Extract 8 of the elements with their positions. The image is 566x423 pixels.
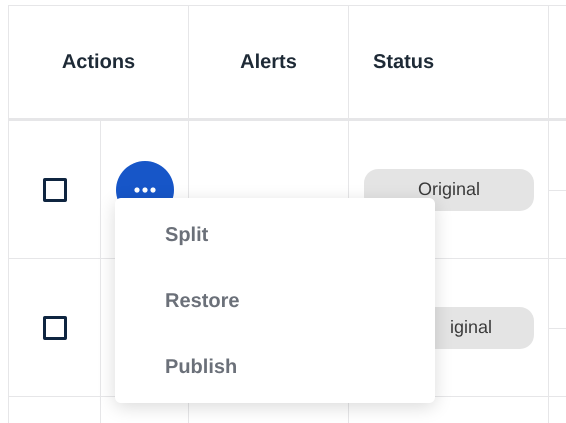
- row-checkbox[interactable]: [42, 178, 66, 202]
- more-icon: [134, 186, 156, 192]
- column-header: Status: [373, 50, 434, 75]
- column-header: Alerts: [240, 50, 297, 75]
- column-header: Actions: [62, 50, 136, 75]
- menu-item[interactable]: Publish: [165, 346, 435, 386]
- row-checkbox[interactable]: [42, 316, 66, 340]
- menu-item[interactable]: Split: [165, 214, 435, 254]
